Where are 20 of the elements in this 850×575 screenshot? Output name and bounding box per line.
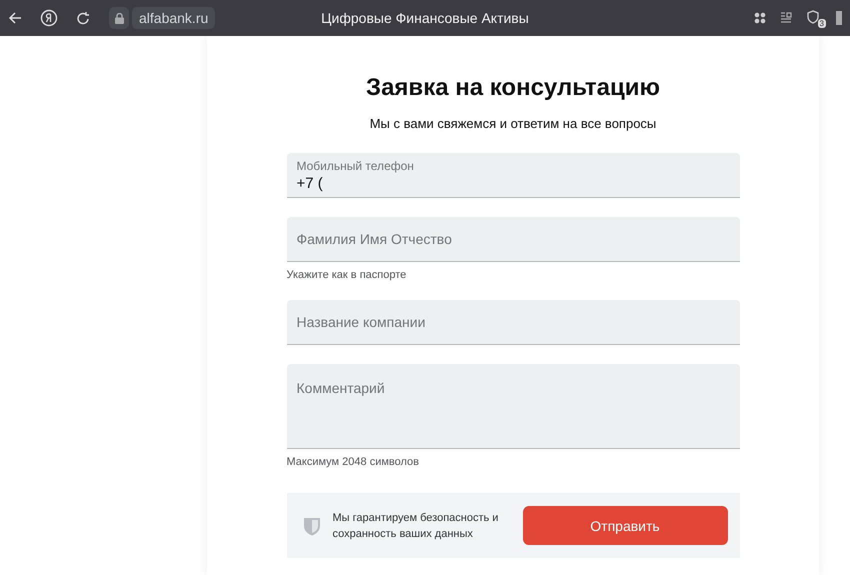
form-title: Заявка на консультацию [365, 74, 661, 102]
input-field[interactable]: Мобильный телефон +7 ( [286, 153, 740, 198]
field-hint: Максимум 2048 символов [286, 456, 420, 468]
browser-logo-icon[interactable] [40, 9, 58, 27]
page-title: Цифровые Финансовые Активы [321, 10, 529, 26]
security-note: Мы гарантируем безопасность и сохранность ваших данных [332, 510, 500, 542]
shield-icon [302, 516, 320, 536]
form-subtitle: Мы с вами свяжемся и ответим на все вопросы [368, 116, 658, 131]
input-field[interactable]: Название компании [286, 300, 740, 345]
lock-icon [109, 7, 129, 29]
input-field[interactable]: Фамилия Имя Отчество [286, 217, 740, 262]
address-field[interactable]: alfabank.ru [132, 7, 216, 29]
submit-button[interactable]: Отправить [522, 506, 728, 545]
reader-icon[interactable] [780, 12, 792, 24]
counter-badge: 3 [818, 19, 826, 28]
reload-icon[interactable] [76, 10, 91, 26]
comment-field[interactable]: Комментарий [286, 364, 740, 449]
grid-icon[interactable] [754, 12, 766, 24]
field-hint: Укажите как в паспорте [286, 269, 408, 281]
back-icon[interactable] [8, 11, 22, 25]
